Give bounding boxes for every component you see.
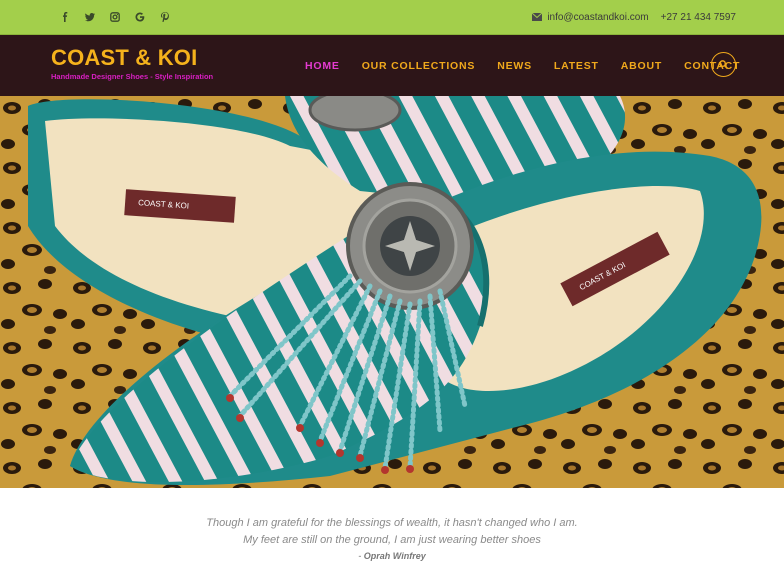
google-icon[interactable] — [127, 0, 152, 34]
brand-name: COAST & KOI — [51, 45, 198, 70]
quote-line-2: My feet are still on the ground, I am ju… — [243, 534, 541, 546]
shoes-photo: COAST & KOI COAST & KOI — [0, 96, 784, 488]
logo[interactable]: COAST & KOI Handmade Designer Shoes - St… — [51, 45, 214, 82]
email-link[interactable]: info@coastandkoi.com — [547, 12, 648, 23]
nav-news[interactable]: NEWS — [497, 60, 532, 72]
twitter-icon[interactable] — [77, 0, 102, 34]
pinterest-icon[interactable] — [152, 0, 177, 34]
nav-about[interactable]: ABOUT — [621, 60, 662, 72]
quote-author-name: Oprah Winfrey — [363, 551, 426, 561]
phone-number[interactable]: +27 21 434 7597 — [661, 12, 736, 23]
quote-section: Though I am grateful for the blessings o… — [0, 488, 784, 576]
site-header: COAST & KOI Handmade Designer Shoes - St… — [0, 35, 784, 96]
contact-info: info@coastandkoi.com +27 21 434 7597 — [532, 0, 736, 34]
search-button[interactable] — [711, 52, 736, 77]
top-bar: info@coastandkoi.com +27 21 434 7597 — [0, 0, 784, 35]
main-nav: HOME OUR COLLECTIONS NEWS LATEST ABOUT C… — [305, 35, 762, 96]
quote-line-1: Though I am grateful for the blessings o… — [206, 517, 578, 529]
envelope-icon — [532, 13, 543, 21]
nav-our-collections[interactable]: OUR COLLECTIONS — [362, 60, 476, 72]
instagram-icon[interactable] — [102, 0, 127, 34]
nav-latest[interactable]: LATEST — [554, 60, 599, 72]
quote-author: - Oprah Winfrey — [0, 551, 784, 561]
brand-tagline: Handmade Designer Shoes - Style Inspirat… — [51, 72, 214, 81]
hero-image: COAST & KOI COAST & KOI — [0, 96, 784, 488]
facebook-icon[interactable] — [52, 0, 77, 34]
search-icon — [719, 60, 728, 69]
social-links — [52, 0, 177, 34]
nav-home[interactable]: HOME — [305, 60, 340, 72]
